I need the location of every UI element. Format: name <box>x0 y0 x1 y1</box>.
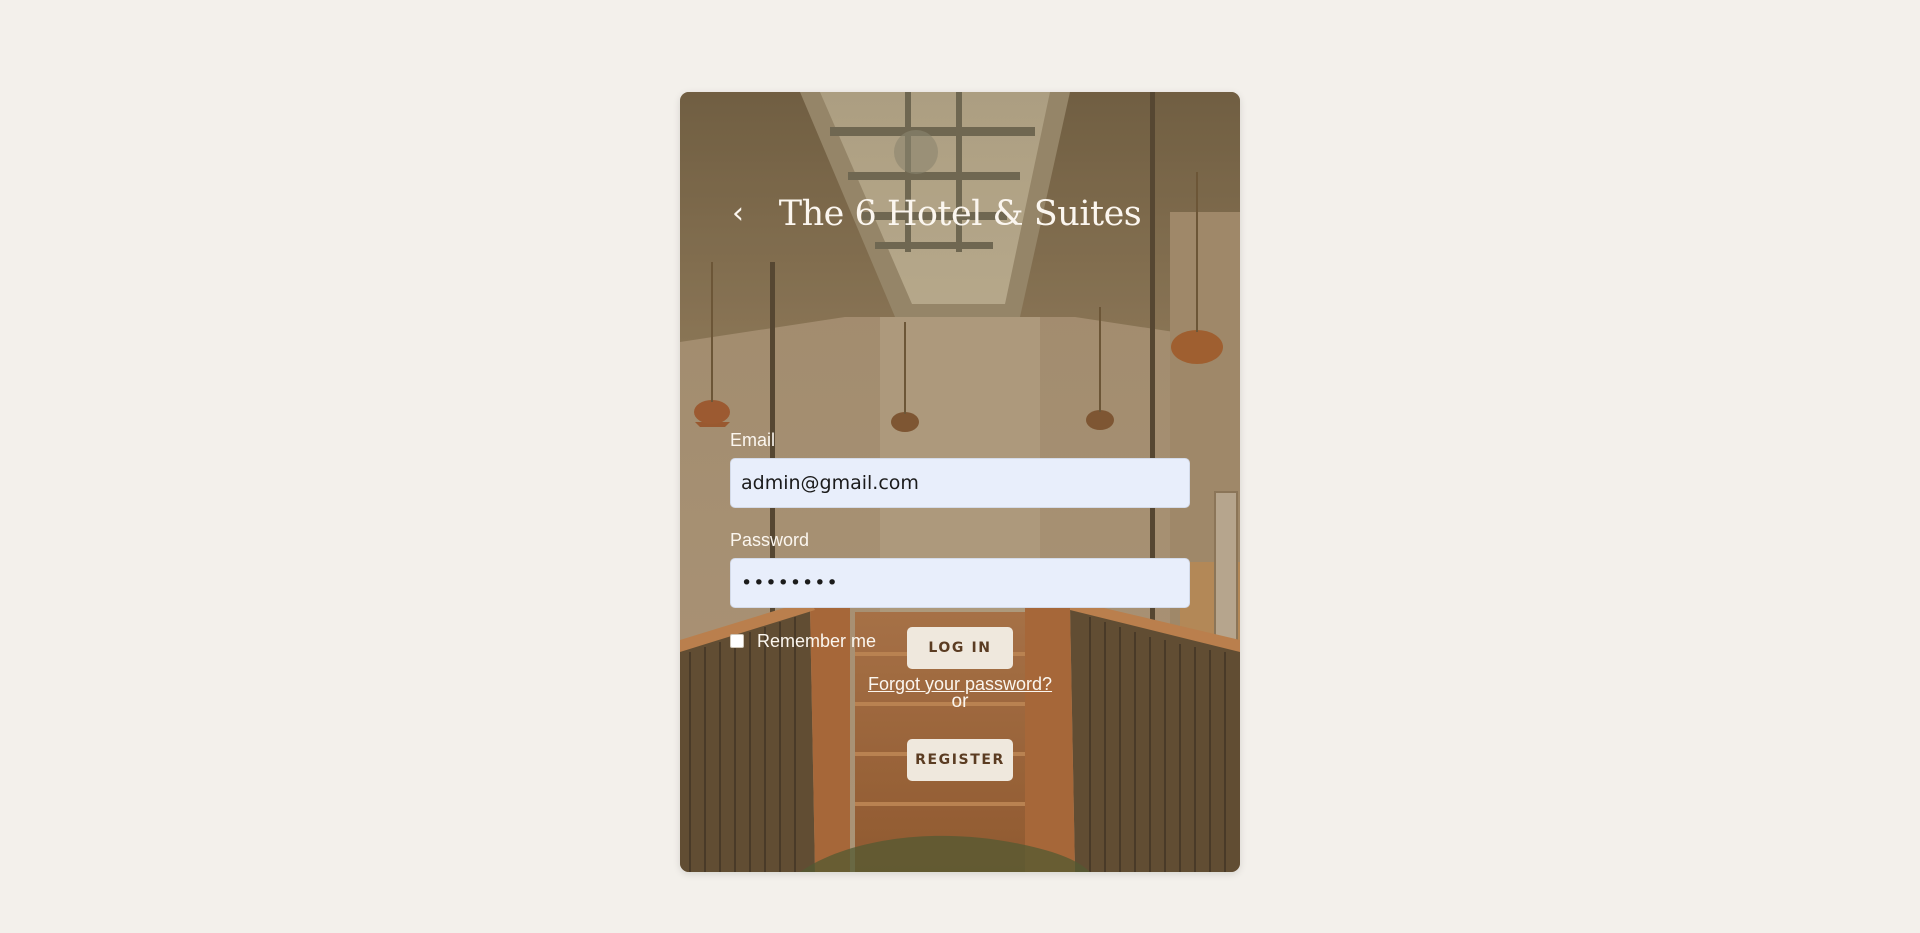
email-label: Email <box>730 430 776 450</box>
remember-me-label: Remember me <box>757 630 877 651</box>
login-button[interactable]: LOG IN <box>907 627 1013 669</box>
or-separator: or <box>951 691 969 712</box>
password-field[interactable] <box>730 558 1190 608</box>
login-card: ‹ The 6 Hotel & Suites Email Password Re… <box>680 92 1240 872</box>
remember-me-checkbox[interactable] <box>730 634 744 648</box>
hotel-title: The 6 Hotel & Suites <box>778 194 1142 234</box>
remember-me-row: Remember me <box>730 630 876 652</box>
email-field[interactable] <box>730 458 1190 508</box>
login-form: ‹ The 6 Hotel & Suites Email Password Re… <box>680 92 1240 872</box>
password-label: Password <box>730 530 810 550</box>
register-button[interactable]: REGISTER <box>907 739 1013 781</box>
